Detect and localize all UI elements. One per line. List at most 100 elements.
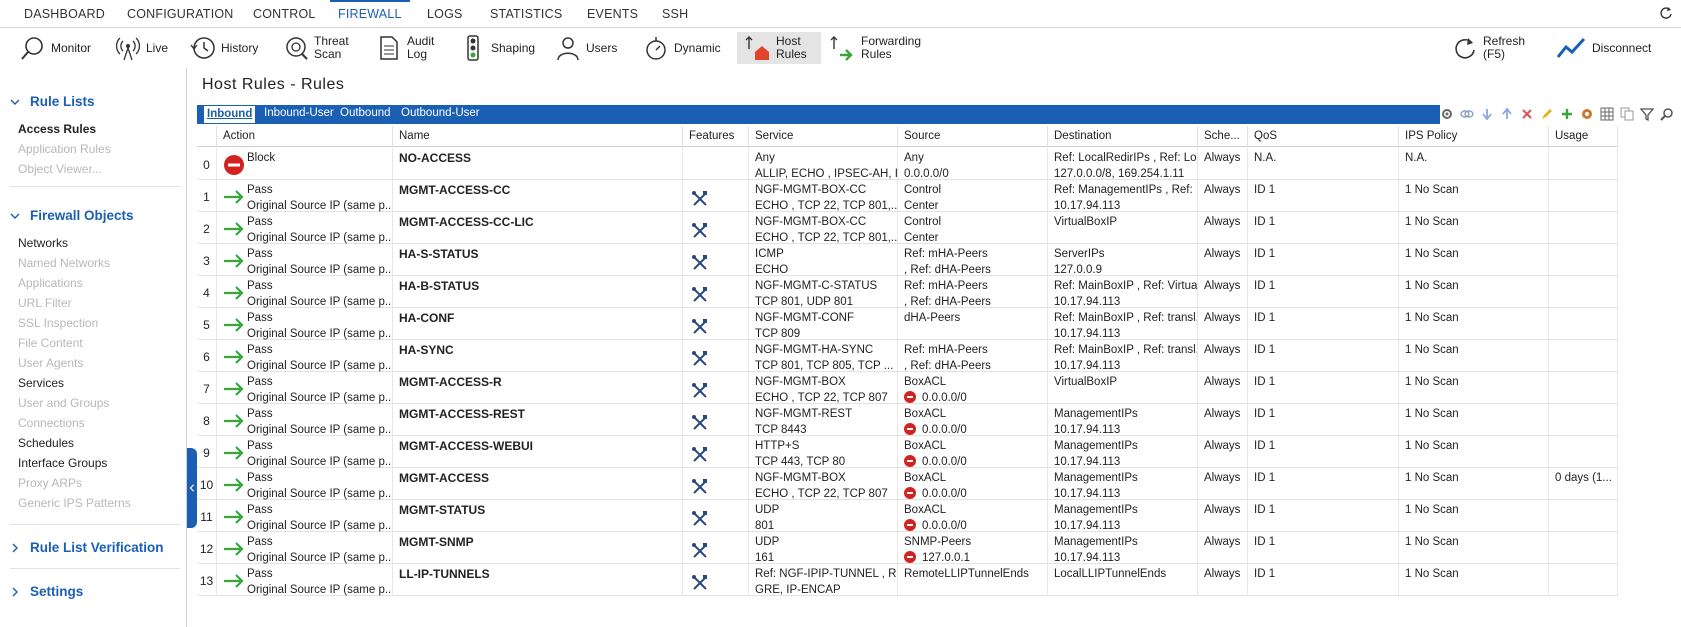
pass-arrow-icon — [224, 478, 244, 492]
users-button[interactable]: Users — [555, 32, 617, 64]
sidebar-collapse-handle[interactable] — [187, 448, 197, 528]
table-row[interactable]: 6 Pass Original Source IP (same p... HA-SYN… — [197, 340, 1618, 372]
sidebar-item-user-agents[interactable]: User Agents — [18, 356, 83, 370]
settings-section[interactable]: Settings — [10, 584, 83, 599]
table-row[interactable]: 13 Pass Original Source IP (same p... LL-IP… — [197, 564, 1618, 596]
rule-lists-section[interactable]: Rule Lists — [10, 94, 95, 109]
sidebar-item-proxy-arps[interactable]: Proxy ARPs — [18, 476, 82, 490]
tab-outbound[interactable]: Outbound — [340, 107, 391, 119]
history-button[interactable]: History — [190, 32, 258, 64]
page-title: Host Rules - Rules — [202, 76, 345, 93]
firewall-objects-section[interactable]: Firewall Objects — [10, 208, 134, 223]
header-name[interactable]: Name — [393, 126, 683, 147]
sidebar-item-application-rules[interactable]: Application Rules — [18, 142, 111, 156]
sidebar-item-generic-ips-patterns[interactable]: Generic IPS Patterns — [18, 496, 131, 510]
move-up-icon[interactable] — [1500, 107, 1514, 121]
forwarding-rules-button[interactable]: Forwarding Rules — [830, 32, 921, 64]
sidebar-item-named-networks[interactable]: Named Networks — [18, 256, 110, 270]
rule-name: MGMT-SNMP — [393, 532, 683, 564]
sidebar-item-schedules[interactable]: Schedules — [18, 436, 74, 450]
sidebar-item-services[interactable]: Services — [18, 376, 64, 390]
tab-inbound[interactable]: Inbound — [204, 106, 256, 123]
table-row[interactable]: 1 Pass Original Source IP (same p... MGMT-A… — [197, 180, 1618, 212]
pass-arrow-icon — [224, 574, 244, 588]
menu-ssh[interactable]: SSH — [662, 7, 688, 21]
table-row[interactable]: 5 Pass Original Source IP (same p... HA-CON… — [197, 308, 1618, 340]
dest-line1: VirtualBoxIP — [1054, 376, 1118, 388]
link-icon[interactable] — [1460, 107, 1474, 121]
grid-icon[interactable] — [1600, 107, 1614, 121]
sidebar-item-interface-groups[interactable]: Interface Groups — [18, 456, 107, 470]
table-row[interactable]: 8 Pass Original Source IP (same p... MGMT-A… — [197, 404, 1618, 436]
tab-inbound-user[interactable]: Inbound-User — [264, 107, 334, 119]
source-line2: , Ref: dHA-Peers — [904, 360, 991, 372]
shaping-button[interactable]: Shaping — [460, 32, 535, 64]
sidebar-item-ssl-inspection[interactable]: SSL Inspection — [18, 316, 98, 330]
gear-icon[interactable] — [1440, 107, 1454, 121]
filter-icon[interactable] — [1640, 107, 1654, 121]
header-usage[interactable]: Usage — [1549, 126, 1618, 147]
table-row[interactable]: 12 Pass Original Source IP (same p... MGMT-… — [197, 532, 1618, 564]
table-row[interactable]: 0 Block NO-ACCESS Any ALLIP, ECHO , IPSEC-AH… — [197, 148, 1618, 180]
sidebar-item-user-and-groups[interactable]: User and Groups — [18, 396, 109, 410]
header-features[interactable]: Features — [683, 126, 749, 147]
tools-icon — [692, 351, 707, 366]
qos-cell: ID 1 — [1248, 436, 1399, 468]
menu-events[interactable]: EVENTS — [587, 7, 638, 21]
header-ips-policy[interactable]: IPS Policy — [1399, 126, 1549, 147]
rule-name: LL-IP-TUNNELS — [393, 564, 683, 596]
copy-icon[interactable] — [1620, 107, 1634, 121]
service-line1: NGF-MGMT-BOX — [755, 376, 846, 388]
header-schedule[interactable]: Sche... — [1198, 126, 1248, 147]
sidebar-item-object-viewer[interactable]: Object Viewer... — [18, 162, 102, 176]
table-row[interactable]: 7 Pass Original Source IP (same p... MGMT-A… — [197, 372, 1618, 404]
rule-name: HA-SYNC — [393, 340, 683, 372]
header-service[interactable]: Service — [749, 126, 898, 147]
menu-configuration[interactable]: CONFIGURATION — [127, 7, 234, 21]
sidebar-item-url-filter[interactable]: URL Filter — [18, 296, 72, 310]
header-source[interactable]: Source — [898, 126, 1048, 147]
refresh-button[interactable]: Refresh (F5) — [1452, 32, 1525, 64]
table-row[interactable]: 10 Pass Original Source IP (same p... MGMT-… — [197, 468, 1618, 500]
header-destination[interactable]: Destination — [1048, 126, 1198, 147]
table-row[interactable]: 3 Pass Original Source IP (same p... HA-S-S… — [197, 244, 1618, 276]
menu-logs[interactable]: LOGS — [427, 7, 463, 21]
action-cell: Pass Original Source IP (same p... — [217, 532, 393, 564]
sidebar-item-file-content[interactable]: File Content — [18, 336, 83, 350]
live-button[interactable]: Live — [115, 32, 168, 64]
action-cell: Pass Original Source IP (same p... — [217, 276, 393, 308]
menu-statistics[interactable]: STATISTICS — [490, 7, 562, 21]
object-icon[interactable] — [1580, 107, 1594, 121]
monitor-button[interactable]: Monitor — [20, 32, 91, 64]
menu-control[interactable]: CONTROL — [253, 7, 316, 21]
sidebar-item-access-rules[interactable]: Access Rules — [18, 122, 96, 136]
rule-name: MGMT-ACCESS-CC — [393, 180, 683, 212]
sidebar-item-connections[interactable]: Connections — [18, 416, 85, 430]
header-qos[interactable]: QoS — [1248, 126, 1399, 147]
tab-outbound-user[interactable]: Outbound-User — [401, 107, 480, 119]
sidebar-item-applications[interactable]: Applications — [18, 276, 83, 290]
header-action[interactable]: Action — [217, 126, 393, 147]
table-row[interactable]: 2 Pass Original Source IP (same p... MGMT-A… — [197, 212, 1618, 244]
reload-icon[interactable] — [1659, 6, 1673, 20]
disconnect-button[interactable]: Disconnect — [1555, 32, 1651, 64]
audit-log-button[interactable]: Audit Log — [376, 32, 434, 64]
table-row[interactable]: 11 Pass Original Source IP (same p... MGMT-… — [197, 500, 1618, 532]
divider — [10, 186, 180, 187]
add-icon[interactable] — [1560, 107, 1574, 121]
threat-scan-button[interactable]: Threat Scan — [283, 32, 349, 64]
search-icon[interactable] — [1660, 107, 1674, 121]
sidebar-item-networks[interactable]: Networks — [18, 236, 68, 250]
table-row[interactable]: 9 Pass Original Source IP (same p... MGMT-A… — [197, 436, 1618, 468]
table-row[interactable]: 4 Pass Original Source IP (same p... HA-B-S… — [197, 276, 1618, 308]
menu-dashboard[interactable]: DASHBOARD — [24, 7, 105, 21]
move-down-icon[interactable] — [1480, 107, 1494, 121]
qos-cell: ID 1 — [1248, 468, 1399, 500]
menu-firewall[interactable]: FIREWALL — [338, 7, 402, 21]
delete-icon[interactable] — [1520, 107, 1534, 121]
rule-list-verification-section[interactable]: Rule List Verification — [10, 540, 164, 555]
edit-icon[interactable] — [1540, 107, 1554, 121]
dynamic-button[interactable]: Dynamic — [643, 32, 721, 64]
action-detail: Original Source IP (same p... — [247, 520, 393, 532]
host-rules-button[interactable]: Host Rules — [737, 32, 821, 64]
